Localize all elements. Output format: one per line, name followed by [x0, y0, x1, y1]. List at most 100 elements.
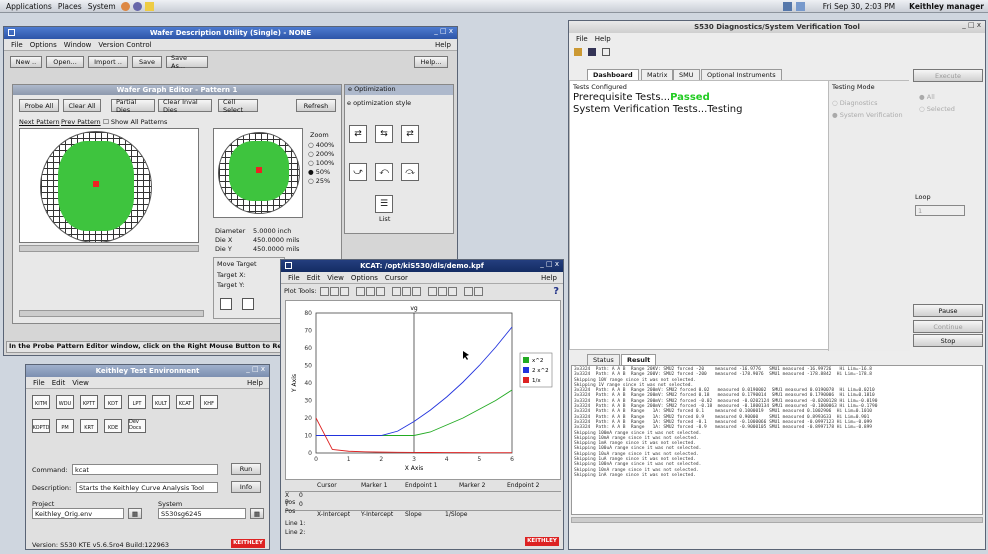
- window-titlebar[interactable]: Keithley Test Environment _ □ x: [26, 365, 269, 377]
- editor-titlebar[interactable]: Wafer Graph Editor - Pattern 1: [13, 85, 341, 95]
- line-chart[interactable]: 0 10 20 30 40 50 60 70 80 0 1 2 3 4 5 6 vg X Axis Y Axis x^…: [286, 301, 560, 479]
- zoom-tool-icon[interactable]: [411, 286, 421, 296]
- list-icon[interactable]: ☰: [375, 195, 393, 213]
- wafer-preview[interactable]: [213, 128, 303, 218]
- dev-docs-tool-icon[interactable]: Dev Docs: [128, 419, 146, 433]
- menu-file[interactable]: File: [33, 379, 45, 387]
- prev-pattern-link[interactable]: Prev Pattern: [61, 118, 101, 126]
- zoom-100[interactable]: ○ 100%: [308, 159, 334, 167]
- applications-menu[interactable]: Applications: [6, 2, 52, 11]
- places-menu[interactable]: Places: [58, 2, 82, 11]
- plot-area[interactable]: 0 10 20 30 40 50 60 70 80 0 1 2 3 4 5 6 vg X Axis Y Axis x^…: [285, 300, 561, 480]
- tab-smu[interactable]: SMU: [673, 69, 700, 80]
- menu-view[interactable]: View: [72, 379, 89, 387]
- menu-help[interactable]: Help: [435, 41, 451, 49]
- menu-options[interactable]: Options: [30, 41, 57, 49]
- kde-tool-icon[interactable]: KDE: [104, 419, 122, 433]
- fit-tool-icon[interactable]: [427, 286, 437, 296]
- system-verification-radio[interactable]: ● System Verification: [832, 111, 903, 119]
- koptd-tool-icon[interactable]: KOPTD: [32, 419, 50, 433]
- pause-button[interactable]: Pause: [913, 304, 983, 317]
- serpentine-icon[interactable]: ⤼: [401, 163, 419, 181]
- show-all-patterns-checkbox[interactable]: ☐ Show All Patterns: [103, 118, 167, 126]
- open-icon[interactable]: [574, 48, 582, 56]
- refresh-button[interactable]: Refresh: [296, 99, 336, 112]
- volume-icon[interactable]: [795, 1, 805, 11]
- log-scrollbar[interactable]: [571, 517, 983, 523]
- launcher-icon[interactable]: [120, 1, 130, 11]
- system-menu[interactable]: System: [88, 2, 116, 11]
- help-button[interactable]: Help...: [414, 56, 448, 68]
- fit-tool-icon[interactable]: [437, 286, 447, 296]
- stop-button[interactable]: Stop: [913, 334, 983, 347]
- partial-dies-button[interactable]: Partial Dies: [111, 98, 155, 114]
- menu-help[interactable]: Help: [247, 379, 263, 387]
- wafer-map[interactable]: [19, 128, 199, 243]
- all-radio[interactable]: ● All: [919, 93, 935, 101]
- info-button[interactable]: Info: [231, 481, 261, 493]
- save-button[interactable]: Save: [132, 56, 162, 68]
- menu-file[interactable]: File: [11, 41, 23, 49]
- zoom-400[interactable]: ○ 400%: [308, 141, 334, 149]
- map-scrollbar[interactable]: [19, 245, 199, 252]
- import-button[interactable]: Import ..: [88, 56, 128, 68]
- menu-file[interactable]: File: [288, 274, 300, 282]
- zoom-25[interactable]: ○ 25%: [308, 177, 330, 185]
- scale-tool-icon[interactable]: [473, 286, 483, 296]
- plot-tool-icon[interactable]: [329, 286, 339, 296]
- kdt-tool-icon[interactable]: KDT: [104, 395, 122, 409]
- flip-icon[interactable]: ⇄: [349, 125, 367, 143]
- pm-tool-icon[interactable]: PM: [56, 419, 74, 433]
- tab-matrix[interactable]: Matrix: [641, 69, 674, 80]
- tab-dashboard[interactable]: Dashboard: [587, 69, 639, 80]
- command-input[interactable]: kcat: [72, 464, 218, 475]
- next-pattern-link[interactable]: Next Pattern: [19, 118, 60, 126]
- clear-inval-dies-button[interactable]: Clear Inval Dies: [158, 98, 212, 114]
- zoom-50[interactable]: ● 50%: [308, 168, 330, 176]
- flip-icon[interactable]: ⇄: [401, 125, 419, 143]
- kult-tool-icon[interactable]: KULT: [152, 395, 170, 409]
- serpentine-icon[interactable]: ⤺: [375, 163, 393, 181]
- window-titlebar[interactable]: KCAT: /opt/kiS530/dls/demo.kpf _ □ x: [281, 260, 563, 272]
- zoom-tool-icon[interactable]: [391, 286, 401, 296]
- probe-all-button[interactable]: Probe All: [19, 99, 59, 112]
- krt-tool-icon[interactable]: KRT: [80, 419, 98, 433]
- plot-tool-icon[interactable]: [375, 286, 385, 296]
- help-question-icon[interactable]: ?: [553, 286, 559, 297]
- kptt-tool-icon[interactable]: KPTT: [80, 395, 98, 409]
- scale-tool-icon[interactable]: [463, 286, 473, 296]
- selected-radio[interactable]: ○ Selected: [919, 105, 955, 113]
- menu-view[interactable]: View: [327, 274, 344, 282]
- zoom-200[interactable]: ○ 200%: [308, 150, 334, 158]
- flip-icon[interactable]: ⇆: [375, 125, 393, 143]
- plot-tool-icon[interactable]: [319, 286, 329, 296]
- system-browse-button[interactable]: ▦: [250, 508, 264, 519]
- menu-help[interactable]: Help: [595, 35, 611, 43]
- execute-button[interactable]: Execute: [913, 69, 983, 82]
- diagnostics-radio[interactable]: ○ Diagnostics: [832, 99, 877, 107]
- loop-spinner[interactable]: 1: [915, 205, 965, 216]
- user-menu[interactable]: Keithley manager: [909, 2, 984, 11]
- save-as-button[interactable]: Save As...: [166, 54, 208, 70]
- launcher-icon[interactable]: [144, 1, 154, 11]
- menu-file[interactable]: File: [576, 35, 588, 43]
- tab-status[interactable]: Status: [587, 354, 620, 365]
- fit-tool-icon[interactable]: [447, 286, 457, 296]
- network-icon[interactable]: [782, 1, 792, 11]
- window-titlebar[interactable]: S530 Diagnostics/System Verification Too…: [569, 21, 985, 33]
- menu-edit[interactable]: Edit: [307, 274, 321, 282]
- kcat-tool-icon[interactable]: KCAT: [176, 395, 194, 409]
- serpentine-icon[interactable]: ⤻: [349, 163, 367, 181]
- move-arrow-icon[interactable]: [242, 298, 254, 310]
- project-field[interactable]: Keithley_Orig.env: [32, 508, 124, 519]
- kitm-tool-icon[interactable]: KITM: [32, 395, 50, 409]
- tab-result[interactable]: Result: [621, 354, 657, 365]
- menu-window[interactable]: Window: [64, 41, 92, 49]
- launcher-icon[interactable]: [132, 1, 142, 11]
- clock[interactable]: Fri Sep 30, 2:03 PM: [823, 2, 895, 11]
- new-button[interactable]: New ..: [10, 56, 42, 68]
- tab-optional-instruments[interactable]: Optional Instruments: [701, 69, 782, 80]
- pattern-scrollbar[interactable]: [19, 310, 204, 317]
- wdu-tool-icon[interactable]: WDU: [56, 395, 74, 409]
- run-button[interactable]: Run: [231, 463, 261, 475]
